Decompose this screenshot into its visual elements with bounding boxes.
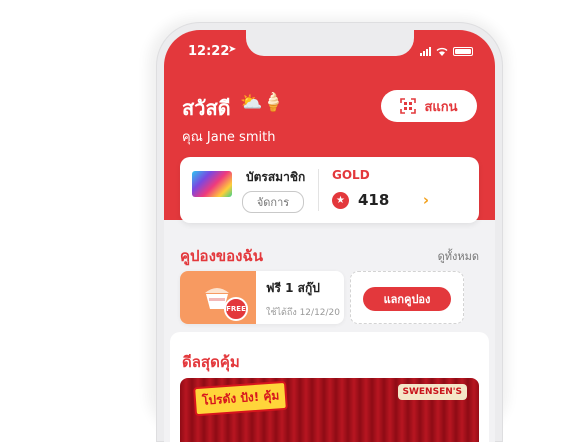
cellular-signal-icon — [420, 47, 431, 56]
free-badge: FREE — [224, 297, 248, 321]
coupon-card[interactable]: FREE ฟรี 1 สกู๊ป ใช้ได้ถึง 12/12/20 — [180, 271, 344, 324]
coupon-title: ฟรี 1 สกู๊ป — [266, 281, 320, 295]
coupon-expiry: ใช้ได้ถึง 12/12/20 — [266, 308, 340, 318]
phone-frame: 12:22 ➤ สวัสดี ⛅🍦 คุณ Jane smith สแกน บั… — [156, 22, 503, 442]
brand-logo: SWENSEN'S — [397, 384, 467, 400]
scan-button[interactable]: สแกน — [381, 90, 477, 122]
status-time: 12:22 — [188, 44, 230, 59]
scan-label: สแกน — [424, 99, 458, 115]
member-card-image — [192, 171, 232, 197]
deals-section-title: ดีลสุดคุ้ม — [182, 353, 240, 371]
app-screen: 12:22 ➤ สวัสดี ⛅🍦 คุณ Jane smith สแกน บั… — [164, 30, 495, 442]
manage-button[interactable]: จัดการ — [242, 191, 304, 213]
coupons-section-title: คูปองของฉัน — [180, 247, 263, 265]
wifi-icon — [436, 47, 448, 56]
member-card-label: บัตรสมาชิก — [246, 170, 306, 184]
battery-icon — [453, 47, 473, 56]
location-arrow-icon: ➤ — [228, 44, 237, 55]
greeting-text: สวัสดี — [182, 96, 231, 120]
promo-tag: โปรดัง ปัง! คุ้ม — [193, 380, 289, 417]
points-value: 418 — [358, 191, 390, 209]
star-icon: ★ — [332, 192, 349, 209]
redeem-coupon-button[interactable]: แลกคูปอง — [363, 287, 451, 311]
qr-scan-icon — [400, 98, 417, 114]
redeem-coupon-box: แลกคูปอง — [350, 271, 464, 324]
tier-label: GOLD — [332, 168, 370, 182]
status-icons — [420, 47, 473, 56]
see-all-link[interactable]: ดูทั้งหมด — [438, 247, 479, 265]
chevron-right-icon[interactable]: › — [423, 191, 429, 209]
deals-section: ดีลสุดคุ้ม โปรดัง ปัง! คุ้ม SWENSEN'S — [170, 332, 489, 442]
card-divider — [318, 169, 319, 211]
weather-icecream-icon: ⛅🍦 — [240, 92, 285, 113]
phone-notch — [246, 30, 414, 56]
user-name: คุณ Jane smith — [182, 130, 276, 145]
deal-banner[interactable]: โปรดัง ปัง! คุ้ม SWENSEN'S — [180, 378, 479, 442]
coupon-image: FREE — [180, 271, 256, 324]
membership-card: บัตรสมาชิก จัดการ GOLD ★ 418 › — [180, 157, 479, 223]
